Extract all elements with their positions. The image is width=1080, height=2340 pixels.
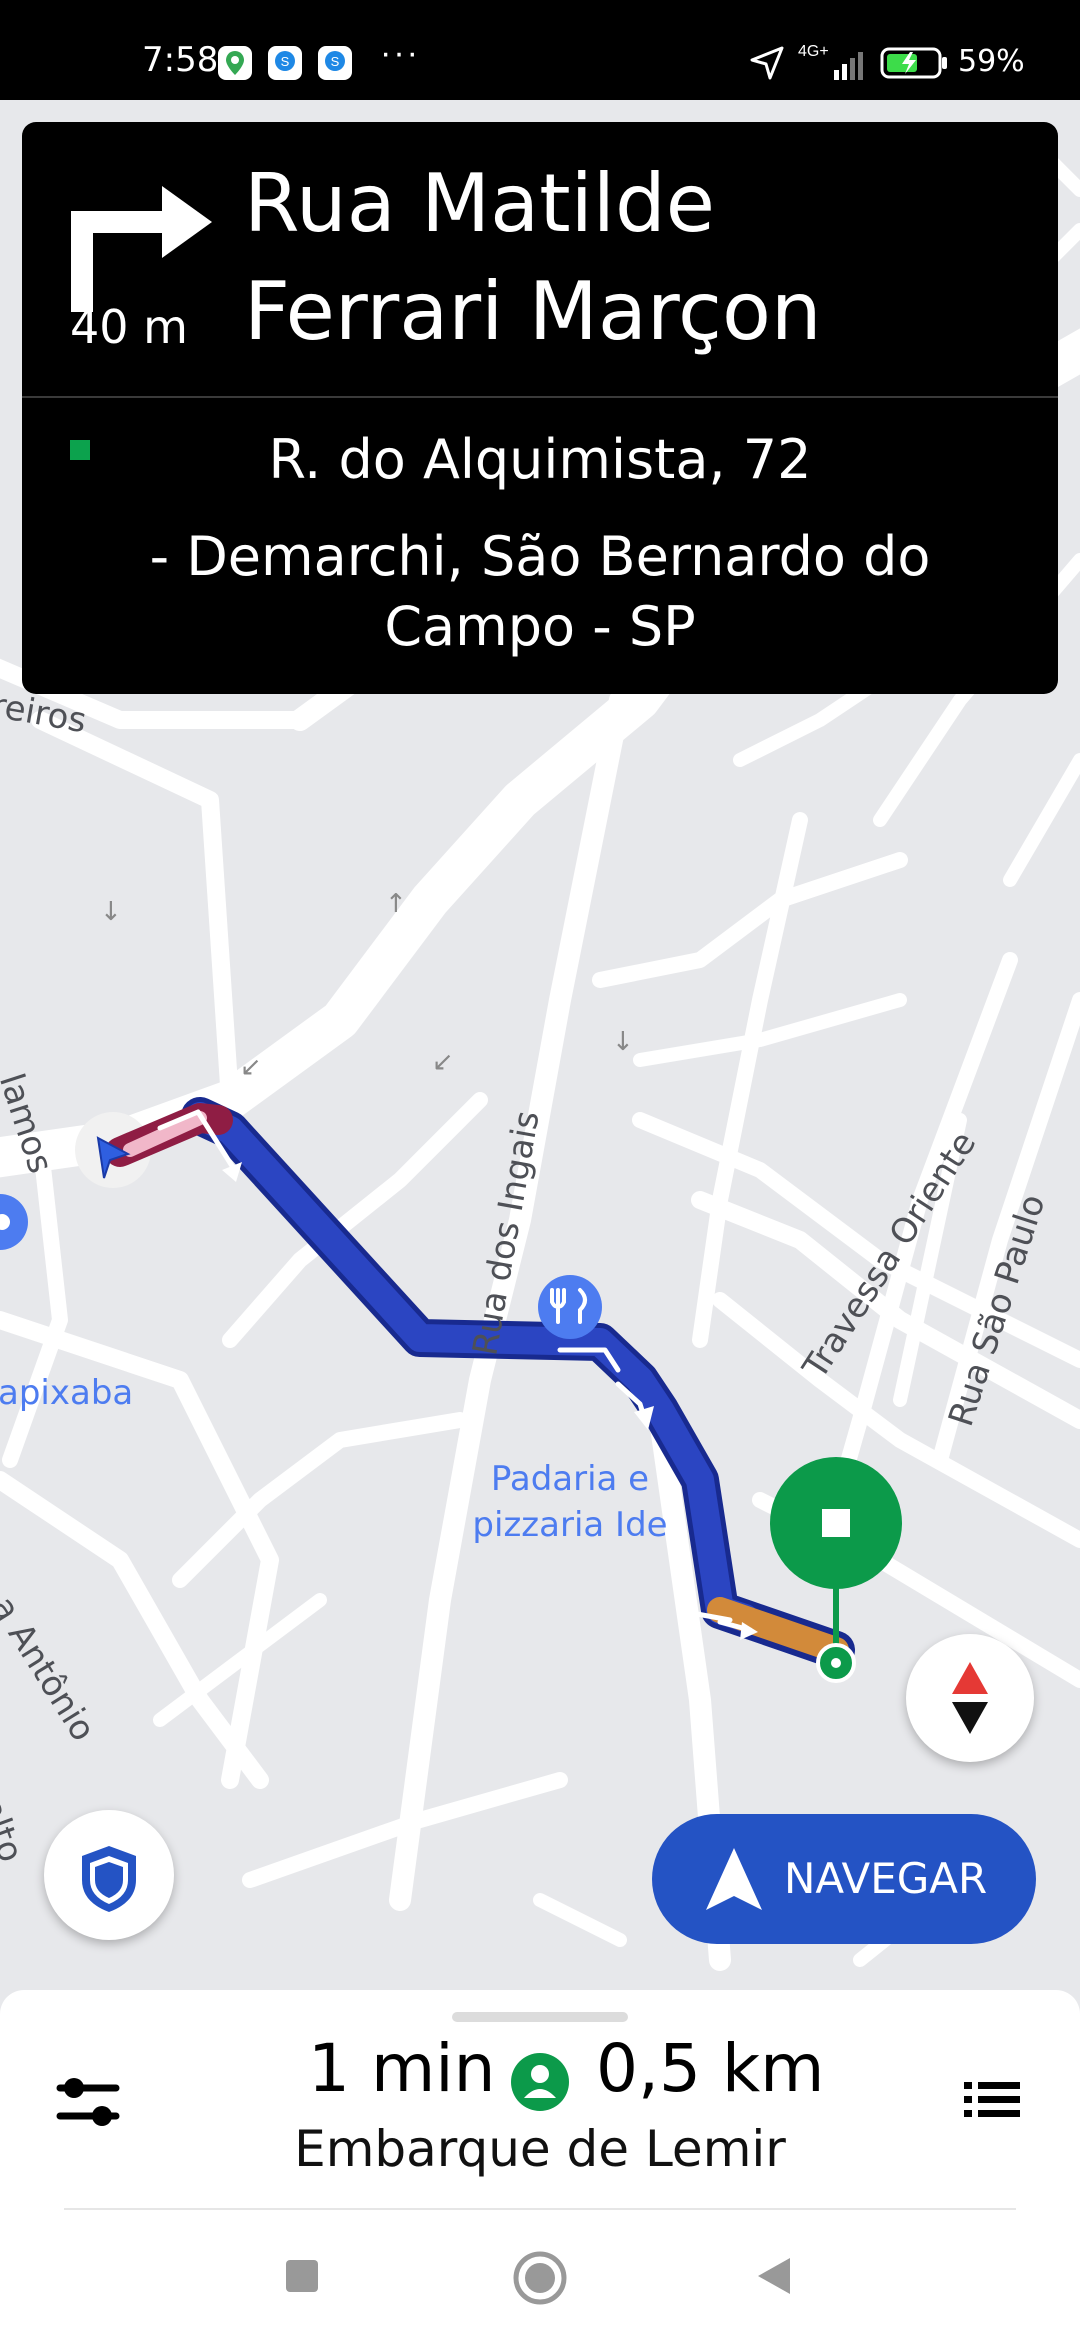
- svg-text:↙: ↙: [240, 1052, 262, 1082]
- svg-text:↓: ↓: [100, 897, 122, 927]
- app-notification-icon: S: [268, 46, 302, 80]
- destination-locality: - Demarchi, São Bernardo do Campo - SP: [122, 522, 958, 662]
- more-notifications-icon: ···: [380, 34, 420, 72]
- street-line: Rua Matilde: [244, 157, 716, 250]
- destination-line: - Demarchi, São Bernardo do: [149, 525, 931, 588]
- network-type: 4G+: [798, 43, 829, 60]
- battery-percent: 59%: [958, 44, 1025, 79]
- home-button[interactable]: [512, 2250, 568, 2311]
- app-notification-icon: S: [318, 46, 352, 80]
- status-time: 7:58: [142, 40, 219, 80]
- compass-button[interactable]: [906, 1634, 1034, 1762]
- svg-text:S: S: [281, 54, 290, 69]
- poi-label-line: pizzaria Ide: [472, 1505, 668, 1545]
- status-bar: 7:58 S S ··· 4G+ 59%: [0, 0, 1080, 100]
- instruction-panel[interactable]: 40 m Rua Matilde Ferrari Marçon R. do Al…: [22, 122, 1058, 694]
- poi-label[interactable]: apixaba: [0, 1370, 133, 1416]
- poi-label-bakery[interactable]: Padaria e pizzaria Ide: [440, 1456, 700, 1548]
- trip-eta: 1 min: [308, 2030, 496, 2107]
- passenger-icon: [510, 2052, 570, 2117]
- safety-shield-button[interactable]: [44, 1810, 174, 1940]
- maps-app-icon: [218, 46, 252, 80]
- svg-text:S: S: [331, 54, 340, 69]
- back-button[interactable]: [756, 2256, 792, 2301]
- destination-address: R. do Alquimista, 72: [268, 428, 812, 491]
- navegar-button[interactable]: NAVEGAR: [652, 1814, 1036, 1944]
- svg-text:↑: ↑: [385, 889, 407, 919]
- recents-button[interactable]: [284, 2258, 320, 2299]
- svg-text:↙: ↙: [432, 1047, 454, 1077]
- trip-distance: 0,5 km: [596, 2030, 825, 2107]
- system-navigation-bar: [0, 2210, 1080, 2340]
- street-line: Ferrari Marçon: [244, 265, 822, 358]
- battery-icon: [880, 46, 950, 85]
- next-street-name: Rua Matilde Ferrari Marçon: [244, 150, 1024, 366]
- navegar-label: NAVEGAR: [784, 1854, 988, 1903]
- maneuver-distance: 40 m: [70, 300, 188, 354]
- sheet-drag-handle[interactable]: [452, 2012, 628, 2022]
- shield-icon: [82, 1846, 136, 1912]
- trip-subtitle: Embarque de Lemir: [294, 2120, 786, 2178]
- signal-icon: [834, 50, 870, 85]
- svg-text:↓: ↓: [612, 1027, 634, 1057]
- location-arrow-icon: [748, 44, 786, 87]
- destination-line: Campo - SP: [384, 595, 696, 658]
- poi-label-line: Padaria e: [490, 1459, 650, 1499]
- list-icon[interactable]: [962, 2070, 1022, 2135]
- navigation-arrow-icon: [704, 1846, 764, 1917]
- panel-divider: [22, 396, 1058, 398]
- compass-icon: [952, 1662, 988, 1734]
